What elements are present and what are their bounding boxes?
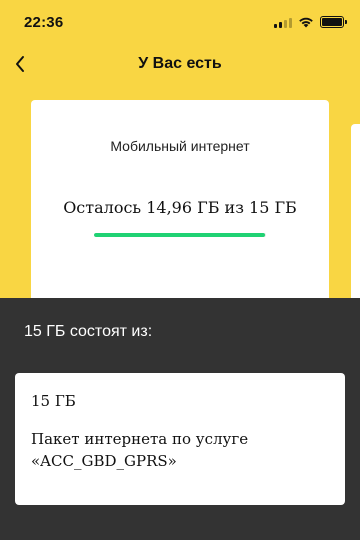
status-bar: 22:36 [0, 0, 360, 44]
page-title: У Вас есть [138, 55, 222, 72]
package-service-name: «ACC_GBD_GPRS» [31, 452, 177, 470]
card-label: Мобильный интернет [110, 138, 250, 154]
package-description-line: Пакет интернета по услуге [31, 430, 249, 448]
progress-fill [94, 233, 266, 237]
back-button[interactable] [4, 48, 36, 80]
package-size: 15 ГБ [31, 392, 76, 410]
status-icons [274, 16, 347, 28]
battery-icon [320, 16, 347, 28]
nav-bar: У Вас есть [0, 44, 360, 84]
progress-bar [94, 233, 266, 237]
remaining-text: Осталось 14,96 ГБ из 15 ГБ [63, 198, 297, 217]
next-card-peek[interactable] [351, 124, 360, 314]
signal-icon [274, 17, 292, 28]
wifi-icon [299, 17, 313, 28]
bottom-sheet: 15 ГБ состоят из: 15 ГБ Пакет интернета … [0, 298, 360, 540]
status-time: 22:36 [24, 13, 64, 31]
internet-balance-card[interactable]: Мобильный интернет Осталось 14,96 ГБ из … [31, 100, 329, 310]
chevron-left-icon [16, 56, 24, 72]
package-description: Пакет интернета по услуге «ACC_GBD_GPRS» [31, 428, 321, 472]
package-card: 15 ГБ Пакет интернета по услуге «ACC_GBD… [15, 373, 345, 505]
sheet-heading: 15 ГБ состоят из: [24, 323, 153, 340]
